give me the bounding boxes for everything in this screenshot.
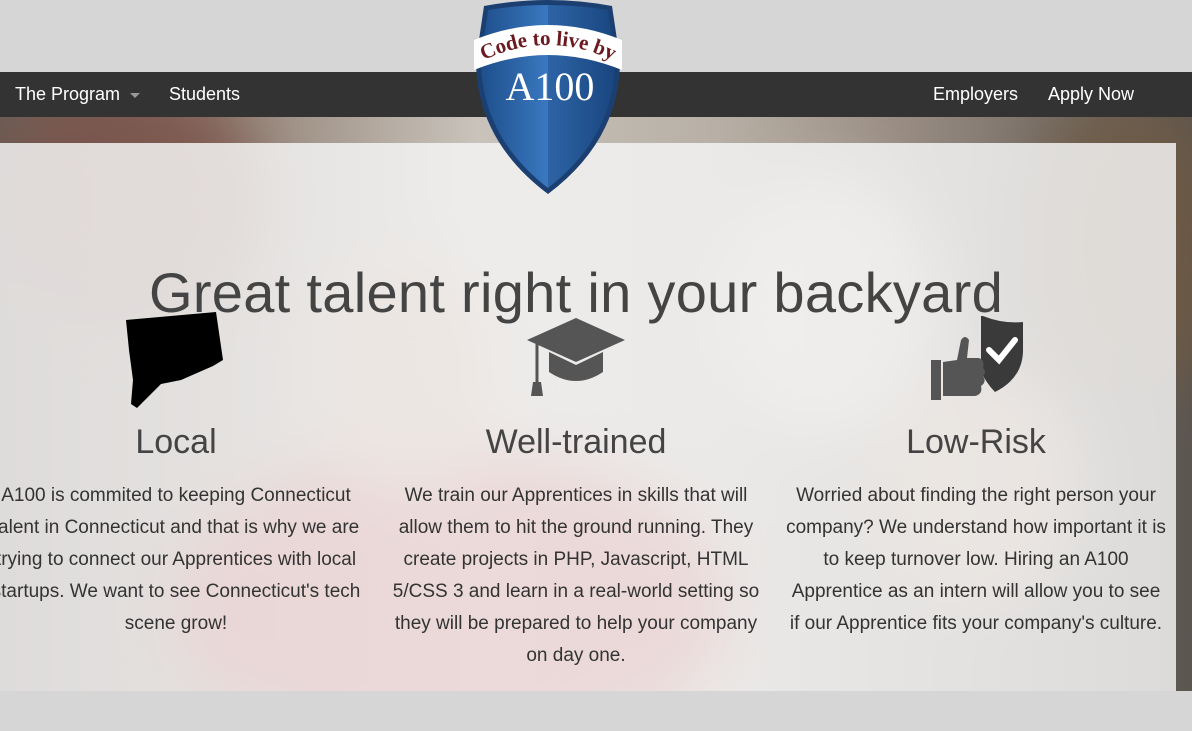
nav-the-program-label: The Program	[15, 84, 121, 104]
nav-apply-now-link[interactable]: Apply Now	[1048, 72, 1134, 117]
graduation-cap-icon	[376, 310, 776, 410]
a100-shield-logo[interactable]: Code to live by A100	[470, 0, 626, 196]
feature-well-trained-text: We train our Apprentices in skills that …	[392, 485, 760, 666]
connecticut-map-icon	[0, 310, 376, 410]
logo-brand: A100	[506, 64, 595, 109]
feature-local: Local A100 is commited to keeping Connec…	[0, 310, 376, 640]
thumbs-up-shield-icon	[776, 310, 1176, 410]
feature-well-trained-title: Well-trained	[485, 423, 667, 461]
feature-low-risk-title: Low-Risk	[906, 423, 1046, 461]
feature-low-risk-text: Worried about finding the right person y…	[786, 485, 1166, 634]
caret-down-icon	[130, 92, 141, 98]
feature-low-risk: Low-Risk Worried about finding the right…	[776, 310, 1176, 640]
feature-well-trained: Well-trained We train our Apprentices in…	[376, 310, 776, 672]
nav-employers-link[interactable]: Employers	[933, 72, 1018, 117]
feature-local-title: Local	[135, 423, 217, 461]
nav-the-program-dropdown[interactable]: The Program	[15, 72, 141, 117]
feature-local-text: A100 is commited to keeping Connecticut …	[0, 485, 361, 634]
nav-students-link[interactable]: Students	[169, 72, 240, 117]
